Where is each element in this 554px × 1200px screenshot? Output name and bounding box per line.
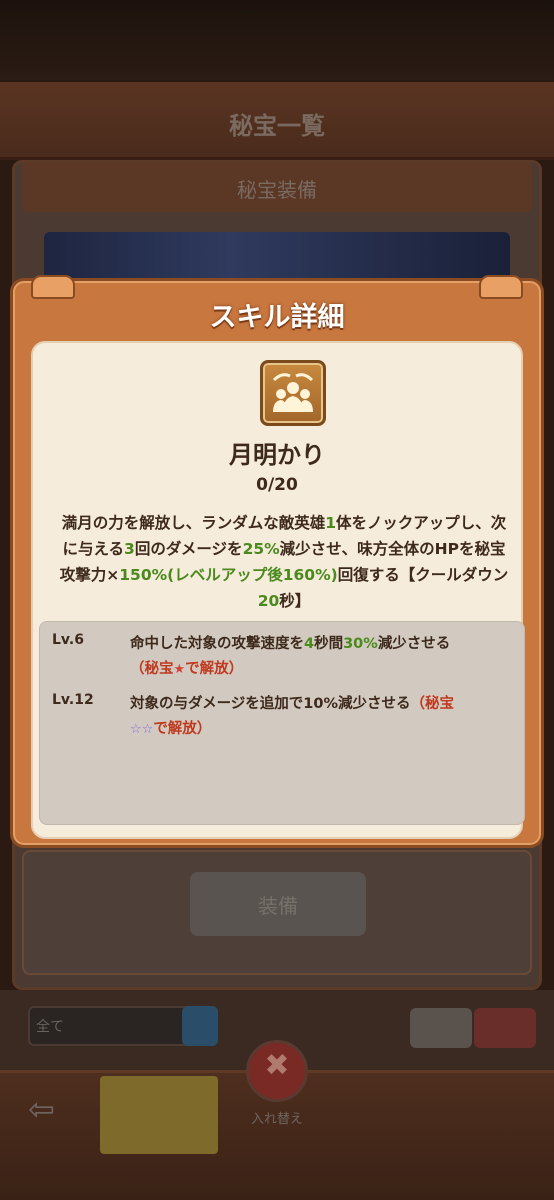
close-icon: ✖ <box>264 1048 290 1083</box>
desc-text: 回のダメージを <box>134 540 243 558</box>
desc-value: 3 <box>124 540 135 558</box>
sub-title: 秘宝装備 <box>237 178 317 202</box>
skill-detail-dialog: スキル詳細 月明かり 0/20 満月の力を解放し、ランダムな敵英雄1体をノックア… <box>10 275 544 848</box>
desc-text: 秒】 <box>279 592 311 610</box>
unlock-condition: （秘宝 <box>410 696 454 712</box>
red-action-button <box>474 1008 536 1048</box>
desc-text: 回復する【クールダウン <box>337 566 509 584</box>
upgrade-desc: 秒間 <box>314 636 344 652</box>
upgrade-value: 4 <box>304 636 315 652</box>
screen-title: 秘宝一覧 <box>229 112 325 140</box>
dialog-body: 月明かり 0/20 満月の力を解放し、ランダムな敵英雄1体をノックアップし、次に… <box>31 341 525 839</box>
upgrade-level: Lv.12 <box>52 692 94 708</box>
upgrade-value: 30% <box>343 636 378 652</box>
purple-star-icon: ☆ <box>130 722 142 737</box>
upgrade-desc: 命中した対象の攻撃速度を <box>130 636 304 652</box>
desc-value: 20 <box>257 592 280 610</box>
upgrade-desc: 対象の与ダメージを追加で10%減少させる <box>130 696 411 712</box>
upgrade-level: Lv.6 <box>52 632 84 648</box>
unlock-condition: で解放） <box>185 661 244 677</box>
equip-button-label: 装備 <box>258 894 298 918</box>
back-arrow-icon: ⇦ <box>28 1090 55 1128</box>
close-label: 入れ替え <box>250 1112 303 1127</box>
desc-value: 150%(レベルアップ後160%) <box>119 566 338 584</box>
filter-input-text: 全て <box>36 1019 64 1035</box>
skill-name: 月明かり <box>229 441 325 469</box>
purple-star-icon: ☆ <box>141 722 154 737</box>
upgrade-list: Lv.6 命中した対象の攻撃速度を4秒間30%減少させる （秘宝★で解放） Lv… <box>39 621 525 825</box>
yellow-tab <box>100 1076 218 1154</box>
people-under-moonlight-icon <box>260 360 326 426</box>
desc-value: 25% <box>242 540 280 558</box>
skill-description: 満月の力を解放し、ランダムな敵英雄1体をノックアップし、次に与える3回のダメージ… <box>59 510 509 614</box>
skill-level-progress: 0/20 <box>256 475 298 495</box>
filter-toggle <box>182 1006 218 1046</box>
unlock-condition: （秘宝 <box>130 661 174 677</box>
grey-action-button <box>410 1008 472 1048</box>
unlock-condition: で解放） <box>153 721 212 737</box>
red-star-icon: ★ <box>173 662 186 677</box>
upgrade-text: 命中した対象の攻撃速度を4秒間30%減少させる （秘宝★で解放） <box>130 632 510 682</box>
upgrade-desc: 減少させる <box>377 636 451 652</box>
status-area <box>0 0 554 80</box>
desc-value: 1 <box>325 514 337 532</box>
upgrade-text: 対象の与ダメージを追加で10%減少させる（秘宝 ☆☆で解放） <box>130 692 510 742</box>
desc-text: 満月の力を解放し、ランダムな敵英雄 <box>61 514 326 532</box>
dialog-title: スキル詳細 <box>209 302 345 333</box>
